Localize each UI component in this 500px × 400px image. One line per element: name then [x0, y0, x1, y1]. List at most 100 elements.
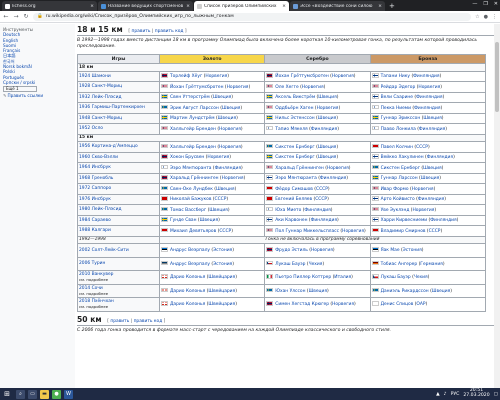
silver-athlete-link[interactable]: Аки Карвонен — [275, 218, 307, 223]
bronze-athlete-link[interactable]: Уве Эуклэнд — [381, 208, 410, 213]
silver-country-link[interactable]: Норвегия — [332, 302, 354, 307]
bronze-athlete-link[interactable]: Павел Колчин — [381, 145, 413, 150]
edit-code-link-50km[interactable]: править код — [134, 319, 163, 324]
notifications-icon[interactable]: ▢ — [494, 392, 498, 397]
silver-country-link[interactable]: Норвегия — [311, 248, 333, 253]
bronze-country-link[interactable]: Финляндия — [418, 197, 444, 202]
gold-athlete-link[interactable]: Свен Уттерстрём — [170, 95, 210, 100]
games-link[interactable]: 1972 Саппоро — [79, 186, 111, 191]
bronze-country-link[interactable]: ОАР — [416, 302, 425, 307]
silver-country-link[interactable]: Швеция — [318, 95, 336, 100]
bronze-country-link[interactable]: СССР — [429, 229, 441, 234]
silver-country-link[interactable]: Финляндия — [311, 218, 337, 223]
maximize-button[interactable]: ❐ — [483, 1, 487, 7]
scrollbar-thumb[interactable] — [495, 42, 499, 112]
gold-athlete-link[interactable]: Михаил Девятьяров — [170, 229, 216, 234]
tab-close-icon[interactable]: × — [378, 4, 382, 9]
games-link[interactable]: 1936 Гармиш-Партенкирхен — [79, 105, 145, 110]
bronze-country-link[interactable]: Чехия — [414, 275, 428, 280]
silver-athlete-link[interactable]: Пьетро Пиллер Коттрер — [275, 275, 331, 280]
gold-athlete-link[interactable]: Ээро Мянтюранта — [170, 166, 212, 171]
browser-tab[interactable]: Список призёров Олимпийских × — [194, 1, 289, 11]
bronze-country-link[interactable]: Финляндия — [413, 74, 439, 79]
silver-athlete-link[interactable]: Симен Хегстад Крюгер — [275, 302, 329, 307]
gold-athlete-link[interactable]: Дарио Колонья — [170, 289, 205, 294]
minimize-button[interactable]: — — [472, 1, 477, 7]
games-link[interactable]: 1928 Санкт-Мориц — [79, 84, 122, 89]
forward-arrow-icon[interactable]: → — [13, 13, 19, 20]
silver-country-link[interactable]: Финляндия — [320, 176, 346, 181]
silver-athlete-link[interactable]: Нильс Эстенссон — [275, 116, 314, 121]
file-explorer-icon[interactable]: ▬ — [40, 389, 49, 399]
silver-country-link[interactable]: СССР — [316, 187, 328, 192]
tab-close-icon[interactable]: × — [90, 4, 94, 9]
keyboard-language[interactable]: РУС — [451, 392, 460, 397]
browser-tab[interactable]: Название ведущих спортсменов × — [98, 1, 193, 11]
silver-athlete-link[interactable]: Пол Гуннар Миккельспласс — [275, 229, 339, 234]
games-link[interactable]: 1984 Сараево — [79, 218, 111, 223]
page-scrollbar[interactable] — [494, 24, 500, 388]
task-view-icon[interactable]: ▭ — [28, 389, 37, 399]
browser-tab[interactable]: Эссе «Воздействие сони силою × — [290, 1, 385, 11]
gold-country-link[interactable]: Швеция — [218, 116, 236, 121]
games-link[interactable]: 1980 Лейк-Плэсид — [79, 207, 121, 212]
bronze-athlete-link[interactable]: Пааво Лонкила — [381, 127, 416, 132]
gold-country-link[interactable]: Норвегия — [227, 85, 249, 90]
search-icon[interactable]: ⌕ — [16, 389, 25, 399]
silver-country-link[interactable]: Швеция — [309, 289, 327, 294]
reload-icon[interactable]: ↻ — [23, 13, 29, 20]
silver-athlete-link[interactable]: Аксель Викстрём — [275, 95, 315, 100]
gold-athlete-link[interactable]: Свен-Оке Лундбек — [170, 187, 213, 192]
silver-country-link[interactable]: Чехия — [309, 262, 323, 267]
games-link[interactable]: 1968 Гренобль — [79, 176, 113, 181]
gold-athlete-link[interactable]: Андрус Веэрпалу — [170, 262, 210, 267]
gold-country-link[interactable]: Швейцария — [208, 302, 235, 307]
gold-athlete-link[interactable]: Мартин Лундстрём — [170, 116, 215, 121]
silver-athlete-link[interactable]: Оддбьёрн Хаген — [275, 106, 313, 111]
gold-country-link[interactable]: Швейцария — [208, 275, 235, 280]
bronze-country-link[interactable]: Германия — [420, 262, 443, 267]
bronze-athlete-link[interactable]: Арто Койвисто — [381, 197, 415, 202]
gold-athlete-link[interactable]: Дарио Колонья — [170, 275, 205, 280]
bronze-athlete-link[interactable]: Ивар Формо — [381, 187, 409, 192]
new-tab-button[interactable]: + — [386, 2, 398, 10]
bronze-athlete-link[interactable]: Сикстен Ернберг — [381, 166, 420, 171]
bronze-athlete-link[interactable]: Даниэль Рикардссон — [381, 289, 429, 294]
clock[interactable]: 20:51 27.03.2020 — [463, 389, 489, 398]
gold-athlete-link[interactable]: Йохан Грёттумсбротен — [170, 85, 223, 90]
bronze-athlete-link[interactable]: Харри Кирвесниеми — [381, 218, 428, 223]
bronze-athlete-link[interactable]: Пекка Ниеми — [381, 106, 411, 111]
gold-country-link[interactable]: Норвегия — [207, 155, 229, 160]
bronze-country-link[interactable]: Швеция — [423, 116, 441, 121]
silver-athlete-link[interactable]: Тапио Мякеля — [275, 127, 307, 132]
language-link[interactable]: Српски / srpski — [3, 80, 72, 85]
star-icon[interactable]: ☆ — [475, 14, 479, 20]
bronze-country-link[interactable]: Финляндия — [430, 218, 456, 223]
games-link[interactable]: 1932 Лейк-Плэсид — [79, 95, 121, 100]
gold-country-link[interactable]: Швеция — [222, 106, 240, 111]
games-link[interactable]: 2002 Солт-Лейк-Сити — [79, 248, 129, 253]
close-window-button[interactable]: ✕ — [494, 1, 498, 7]
bronze-country-link[interactable]: Норвегия — [413, 208, 435, 213]
volume-icon[interactable]: ♪ — [444, 392, 447, 397]
tab-close-icon[interactable]: × — [282, 4, 286, 9]
silver-country-link[interactable]: Финляндия — [311, 127, 337, 132]
games-link[interactable]: 1924 Шамони — [79, 74, 111, 79]
gold-athlete-link[interactable]: Николай Бажуков — [170, 197, 211, 202]
silver-athlete-link[interactable]: Юхан Улссон — [275, 289, 305, 294]
bronze-country-link[interactable]: Финляндия — [414, 106, 440, 111]
bronze-athlete-link[interactable]: Вейкко Хакулинен — [381, 155, 424, 160]
bronze-country-link[interactable]: Норвегия — [418, 85, 440, 90]
silver-country-link[interactable]: Швеция — [318, 145, 336, 150]
gold-country-link[interactable]: СССР — [219, 229, 231, 234]
silver-athlete-link[interactable]: Юха Мието — [275, 208, 301, 213]
address-bar[interactable]: 🔒 ru.wikipedia.org/wiki/Список_призёров_… — [33, 12, 472, 21]
gold-athlete-link[interactable]: Халльгейр Бренден — [170, 145, 216, 150]
gold-athlete-link[interactable]: Торлейф Хёуг — [170, 74, 202, 79]
silver-athlete-link[interactable]: Евгений Беляев — [275, 197, 312, 202]
gold-country-link[interactable]: СССР — [215, 197, 227, 202]
details-link[interactable]: см. подробнее — [79, 277, 158, 282]
silver-country-link[interactable]: Финляндия — [304, 208, 330, 213]
edit-links-link[interactable]: ✎Править ссылки — [3, 93, 72, 98]
gold-country-link[interactable]: Норвегия — [219, 127, 241, 132]
